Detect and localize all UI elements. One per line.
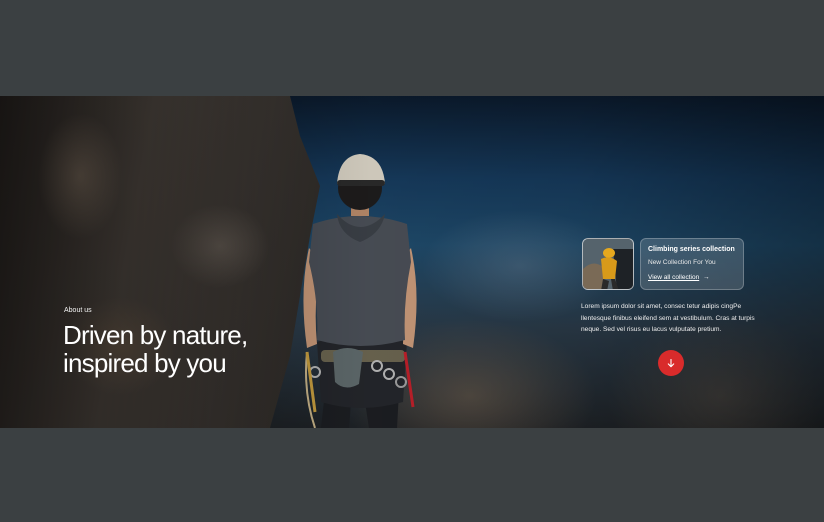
hero-headline: Driven by nature, inspired by you xyxy=(63,320,248,378)
hero-section: About us Driven by nature, inspired by y… xyxy=(0,96,824,428)
collection-thumbnail-image xyxy=(583,239,633,289)
hero-description: Lorem ipsum dolor sit amet, consec tetur… xyxy=(581,303,755,333)
section-eyebrow: About us xyxy=(64,307,92,314)
view-all-collection-link[interactable]: View all collection → xyxy=(648,274,710,281)
collection-card: Climbing series collection New Collectio… xyxy=(582,238,744,290)
arrow-down-icon xyxy=(667,358,675,367)
view-all-collection-label: View all collection xyxy=(648,274,700,281)
collection-title: Climbing series collection xyxy=(648,246,735,253)
collection-thumbnail[interactable] xyxy=(582,238,634,290)
collection-subtitle: New Collection For You xyxy=(648,259,716,266)
collection-info-panel: Climbing series collection New Collectio… xyxy=(640,238,744,290)
arrow-right-icon: → xyxy=(703,274,710,281)
scroll-down-button[interactable] xyxy=(658,350,684,376)
